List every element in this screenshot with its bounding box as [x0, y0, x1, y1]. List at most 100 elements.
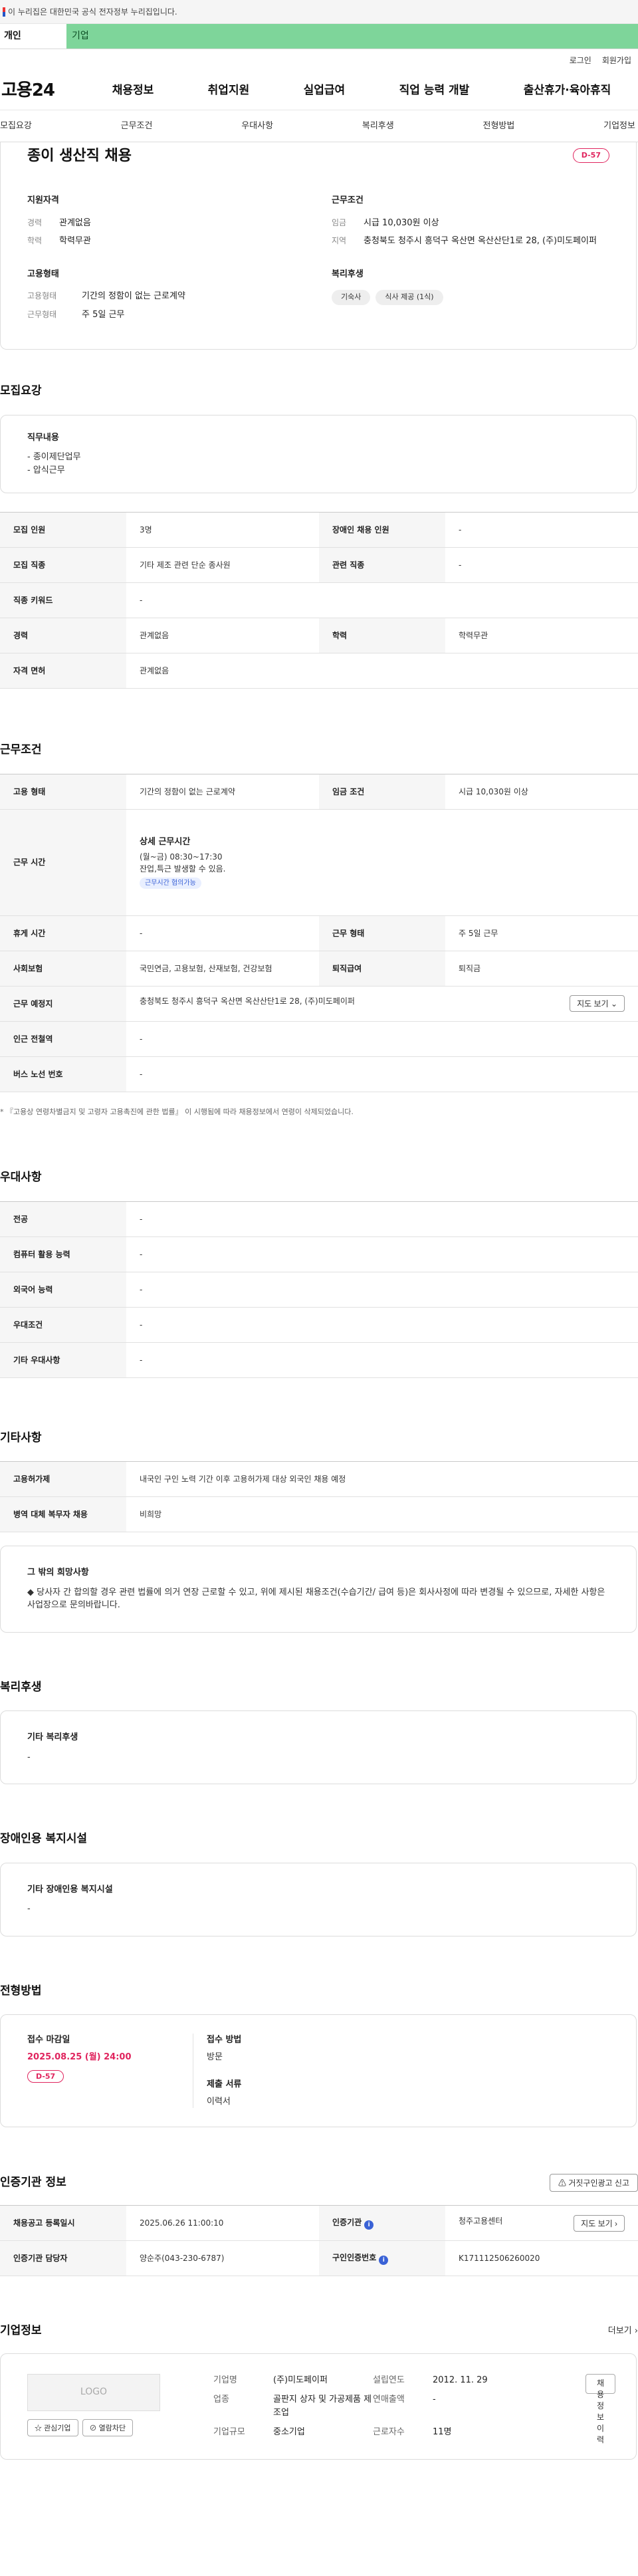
table-cell: 관계없음	[126, 653, 638, 689]
prefer-section-title: 우대사항	[0, 1171, 42, 1184]
table-cell: 학력무관	[445, 618, 638, 653]
map-view-button[interactable]: 지도 보기 ⌄	[570, 995, 625, 1012]
cert-org-value: 청주고용센터	[459, 2216, 503, 2226]
deadline-value: 2025.08.25 (월) 24:00	[27, 2051, 132, 2062]
info-icon[interactable]: i	[379, 2256, 389, 2265]
work-time-line: (월~금) 08:30~17:30	[140, 852, 223, 862]
cert-table: 채용공고 등록일시 2025.06.26 11:00:10 인증기관 i 청주고용…	[0, 2205, 638, 2276]
industry-value: 골판지 상자 및 가공제품 제조업	[273, 2395, 372, 2418]
table-header-cell: 경력	[0, 618, 126, 653]
duty-box: 직무내용 - 종이제단업무 - 압식근무	[0, 414, 637, 493]
favorite-label: 관심기업	[44, 2424, 71, 2432]
block-icon: ⊘	[89, 2424, 97, 2432]
wage-value: 시급 10,030원 이상	[364, 217, 439, 228]
conditions-block: 근무조건 임금 시급 10,030원 이상 지역 충청북도 청주시 흥덕구 옥산면 …	[332, 194, 609, 253]
site-logo[interactable]: 고용24	[0, 78, 85, 104]
table-row: 인증기관 담당자 양순주(043-230-6787) 구인인증번호 i K1711…	[0, 2240, 638, 2276]
table-cell: 주 5일 근무	[445, 915, 638, 951]
table-cell: K171112506260020	[445, 2240, 638, 2276]
gnb-item-vocational-training[interactable]: 직업 능력 개발	[399, 82, 470, 100]
deadline-label: 접수 마감일	[27, 2035, 70, 2045]
gov-banner-text: 이 누리집은 대한민국 공식 전자정부 누리집입니다.	[8, 7, 177, 17]
favorite-company-button[interactable]: ☆ 관심기업	[27, 2418, 78, 2436]
table-header-cell: 기타 우대사항	[0, 1342, 126, 1378]
edu-value: 학력무관	[59, 236, 91, 246]
table-header-cell: 퇴직급여	[319, 951, 445, 987]
table-header-cell: 모집 인원	[0, 512, 126, 548]
company-name-value: (주)미도페이퍼	[273, 2375, 328, 2385]
table-row: 인근 전철역 -	[0, 1021, 638, 1057]
disabled-box: 기타 장애인용 복지시설 -	[0, 1862, 637, 1936]
table-header-cell: 휴게 시간	[0, 915, 126, 951]
table-cell: 3명	[126, 512, 319, 548]
login-link[interactable]: 로그인	[570, 55, 591, 66]
table-row: 사회보험 국민연금, 고용보험, 산재보험, 건강보험 퇴직급여 퇴직금	[0, 951, 638, 987]
false-ad-report-button[interactable]: ⚠ 거짓구인광고 신고	[549, 2174, 638, 2192]
apply-deadline-col: 접수 마감일 2025.08.25 (월) 24:00 D-57	[27, 2034, 193, 2108]
table-cell: 기타 제조 관련 단순 종사원	[126, 547, 319, 583]
anchor-prefer[interactable]: 우대사항	[241, 120, 273, 133]
work-time-tag: 근무시간 협의가능	[140, 878, 201, 889]
table-cell: -	[126, 915, 319, 951]
recruit-section-title: 모집요강	[0, 384, 42, 398]
global-nav: 고용24 채용정보 취업지원 실업급여 직업 능력 개발 출산휴가·육아휴직	[0, 72, 638, 110]
tab-business-area: 기업	[66, 24, 638, 49]
table-row: 컴퓨터 활용 능력 -	[0, 1236, 638, 1272]
gnb-item-employment-support[interactable]: 취업지원	[208, 82, 250, 100]
established-value: 2012. 11. 29	[433, 2375, 488, 2385]
table-header-cell: 학력	[319, 618, 445, 653]
gnb-item-unemployment-benefit[interactable]: 실업급여	[304, 82, 346, 100]
anchor-work[interactable]: 근무조건	[121, 120, 153, 133]
qualification-heading: 지원자격	[27, 195, 59, 205]
table-header-cell: 버스 노선 번호	[0, 1056, 126, 1092]
docs-label: 제출 서류	[207, 2079, 242, 2089]
anchor-welfare[interactable]: 복리후생	[362, 120, 394, 133]
table-header-cell: 인근 전철역	[0, 1021, 126, 1057]
table-cell: 양순주(043-230-6787)	[126, 2240, 319, 2276]
apply-method-col: 접수 방법 방문 제출 서류 이력서	[193, 2034, 241, 2108]
table-header-cell: 관련 직종	[319, 547, 445, 583]
gnb-item-jobs[interactable]: 채용정보	[112, 82, 154, 100]
chevron-right-icon: ›	[615, 2218, 617, 2228]
star-icon: ☆	[35, 2424, 42, 2432]
table-row: 병역 대체 복무자 채용 비희망	[0, 1496, 638, 1532]
table-cell: 퇴직금	[445, 951, 638, 987]
other-wish-box: 그 밖의 희망사항 ◆ 당사자 간 합의할 경우 관련 법률에 의거 연장 근로…	[0, 1546, 637, 1633]
tab-personal[interactable]: 개인	[0, 24, 66, 49]
job-history-button[interactable]: 채용정보 이력	[585, 2373, 616, 2444]
anchor-recruit[interactable]: 모집요강	[0, 120, 32, 133]
duty-line: - 종이제단업무	[27, 452, 81, 462]
company-more-link[interactable]: 더보기 ›	[608, 2325, 638, 2338]
tab-business[interactable]: 기업	[72, 29, 138, 43]
method-value: 방문	[207, 2051, 223, 2062]
table-cell: 국민연금, 고용보험, 산재보험, 건강보험	[126, 951, 319, 987]
wage-label: 임금	[332, 217, 347, 227]
table-header-cell: 컴퓨터 활용 능력	[0, 1236, 126, 1272]
table-cell: 비희망	[126, 1496, 638, 1532]
table-cell: -	[126, 1021, 638, 1057]
benefit-value: -	[27, 1752, 31, 1762]
other-wish-text: ◆ 당사자 간 합의할 경우 관련 법률에 의거 연장 근로할 수 있고, 위에…	[27, 1587, 605, 1611]
company-name-label: 기업명	[213, 2375, 237, 2385]
block-view-button[interactable]: ⊘ 열람차단	[82, 2418, 134, 2436]
job-title: 종이 생산직 채용	[27, 147, 132, 164]
info-icon[interactable]: i	[364, 2220, 374, 2230]
gnb-item-parental-leave[interactable]: 출산휴가·육아휴직	[524, 82, 611, 100]
table-cell: 관계없음	[126, 618, 319, 653]
table-row: 자격 면허 관계없음	[0, 653, 638, 689]
block-label: 열람차단	[98, 2424, 126, 2432]
work-time-cell: 상세 근무시간 (월~금) 08:30~17:30 잔업,특근 발생할 수 있음…	[126, 809, 638, 916]
anchor-company[interactable]: 기업정보	[603, 120, 635, 133]
work-section-title: 근무조건	[0, 743, 42, 757]
qualification-block: 지원자격 경력 관계없음 학력 학력무관	[27, 194, 305, 253]
anchor-apply[interactable]: 전형방법	[483, 120, 515, 133]
more-label: 더보기	[607, 2326, 632, 2336]
company-head: 기업정보 더보기 ›	[0, 2323, 638, 2340]
work-time-line: 잔업,특근 발생할 수 있음.	[140, 864, 226, 874]
welfare-heading: 복리후생	[332, 269, 364, 279]
report-button-label: 거짓구인광고 신고	[568, 2178, 629, 2188]
signup-link[interactable]: 회원가입	[602, 55, 631, 66]
industry-label: 업종	[213, 2395, 229, 2404]
work-time-heading: 상세 근무시간	[140, 836, 191, 847]
cert-map-button[interactable]: 지도 보기 ›	[574, 2214, 625, 2232]
